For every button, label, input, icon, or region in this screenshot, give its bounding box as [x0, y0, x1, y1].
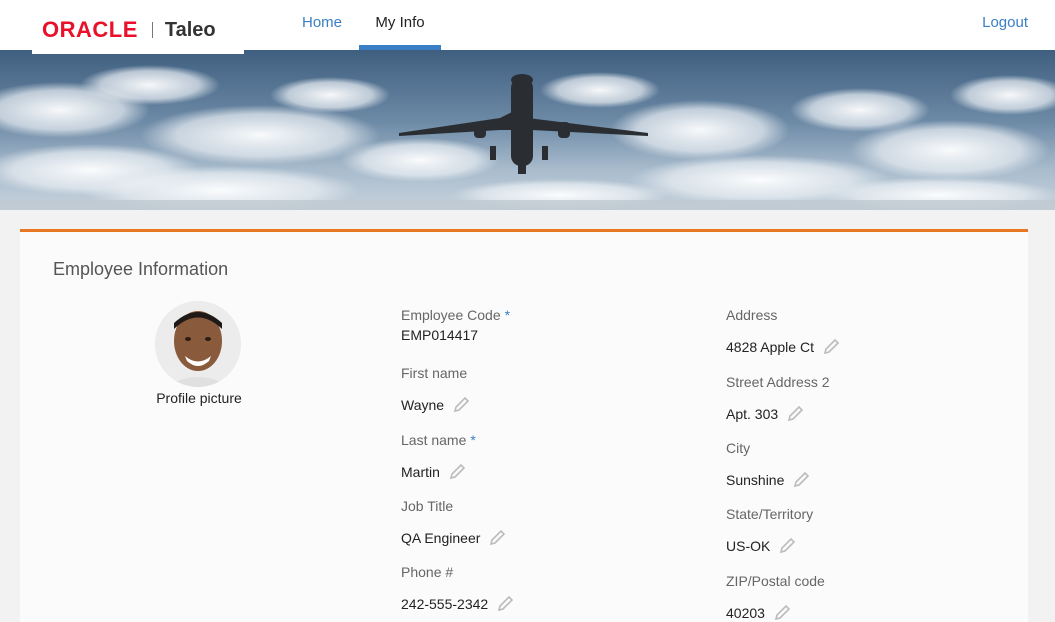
- job-title-field: Job Title QA Engineer: [401, 498, 506, 547]
- state-territory-value: US-OK: [726, 538, 771, 554]
- zip-postal-code-label: ZIP/Postal code: [726, 573, 825, 589]
- last-name-value: Martin: [401, 464, 440, 480]
- address-label: Address: [726, 307, 778, 323]
- banner-art: [0, 65, 1055, 210]
- state-territory-label: State/Territory: [726, 506, 814, 522]
- last-name-field: Last name * Martin: [401, 432, 476, 481]
- phone-field: Phone # 242-555-2342: [401, 564, 514, 613]
- edit-zip-postal-code-pencil-icon[interactable]: [773, 604, 791, 622]
- employee-code-label: Employee Code: [401, 307, 501, 323]
- profile-picture-label: Profile picture: [156, 390, 242, 406]
- avatar-image: [155, 301, 241, 387]
- top-header: ORACLE Taleo Home My Info Logout: [0, 0, 1055, 54]
- nav-home-link[interactable]: Home: [302, 0, 342, 50]
- logout-link[interactable]: Logout: [982, 0, 1028, 50]
- edit-last-name-pencil-icon[interactable]: [448, 463, 466, 481]
- city-field: City Sunshine: [726, 440, 810, 489]
- first-name-value: Wayne: [401, 397, 445, 413]
- nav-my-info-label: My Info: [375, 14, 425, 31]
- oracle-taleo-logo: ORACLE Taleo: [32, 0, 244, 54]
- airplane-banner-image: [0, 50, 1055, 210]
- address-field: Address 4828 Apple Ct: [726, 307, 840, 356]
- edit-city-pencil-icon[interactable]: [792, 471, 810, 489]
- edit-street-address-2-pencil-icon[interactable]: [786, 405, 804, 423]
- state-territory-field: State/Territory US-OK: [726, 506, 813, 555]
- edit-address-pencil-icon[interactable]: [822, 338, 840, 356]
- zip-postal-code-field: ZIP/Postal code 40203: [726, 573, 825, 622]
- required-indicator: *: [504, 307, 511, 323]
- edit-phone-pencil-icon[interactable]: [496, 595, 514, 613]
- city-label: City: [726, 440, 751, 456]
- street-address-2-label: Street Address 2: [726, 374, 830, 390]
- phone-label: Phone #: [401, 564, 454, 580]
- edit-first-name-pencil-icon[interactable]: [452, 396, 470, 414]
- employee-code-text: EMP014417: [401, 327, 479, 343]
- section-title: Employee Information: [53, 259, 229, 279]
- last-name-label: Last name: [401, 432, 467, 448]
- address-value: 4828 Apple Ct: [726, 339, 814, 355]
- employee-code-field: Employee Code * EMP014417: [401, 307, 510, 343]
- first-name-label: First name: [401, 365, 468, 381]
- job-title-value: QA Engineer: [401, 530, 481, 546]
- city-value: Sunshine: [726, 472, 785, 488]
- profile-picture[interactable]: [155, 301, 241, 387]
- edit-job-title-pencil-icon[interactable]: [488, 529, 506, 547]
- employee-info-card: Employee Information Profile picture Emp…: [20, 229, 1028, 622]
- street-address-2-field: Street Address 2 Apt. 303: [726, 374, 830, 423]
- edit-state-territory-pencil-icon[interactable]: [778, 537, 796, 555]
- logo-oracle-text: ORACLE: [42, 17, 138, 42]
- logo-separator: [151, 22, 153, 38]
- employee-code-value: EMP014417: [401, 327, 510, 343]
- required-indicator: *: [470, 432, 476, 448]
- zip-postal-code-value: 40203: [726, 605, 765, 621]
- job-title-label: Job Title: [401, 498, 454, 514]
- street-address-2-value: Apt. 303: [726, 406, 779, 422]
- nav-my-info-tab[interactable]: My Info: [359, 0, 441, 50]
- logo-taleo-text: Taleo: [164, 18, 216, 41]
- first-name-field: First name Wayne: [401, 365, 470, 414]
- phone-value: 242-555-2342: [401, 596, 489, 612]
